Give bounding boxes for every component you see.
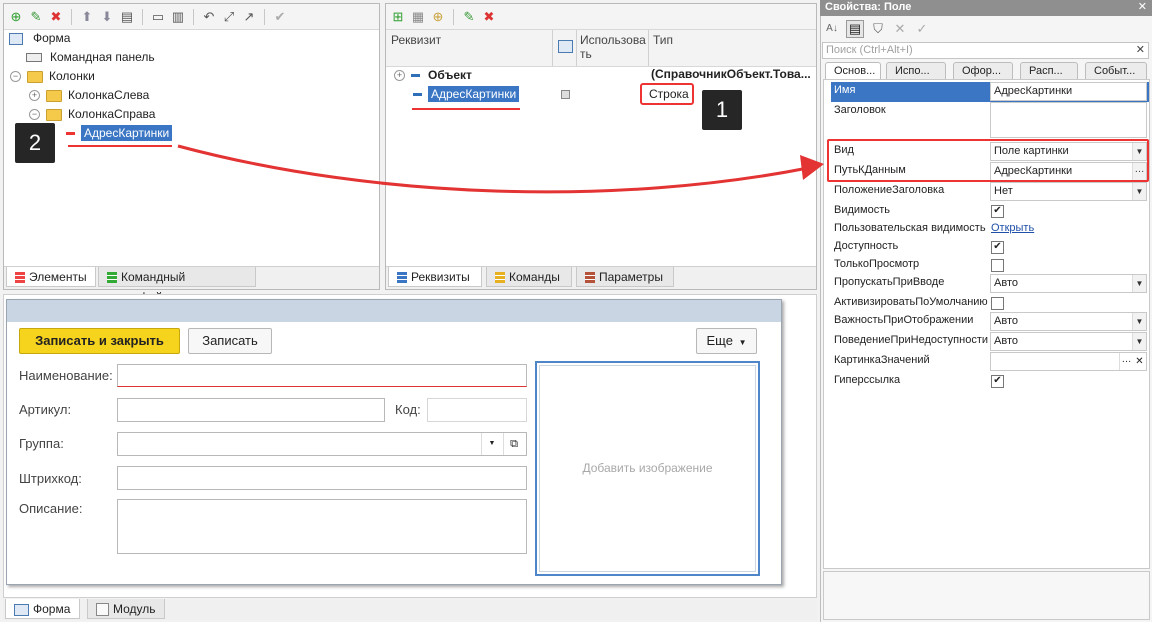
annotation-arrow bbox=[177, 144, 824, 194]
